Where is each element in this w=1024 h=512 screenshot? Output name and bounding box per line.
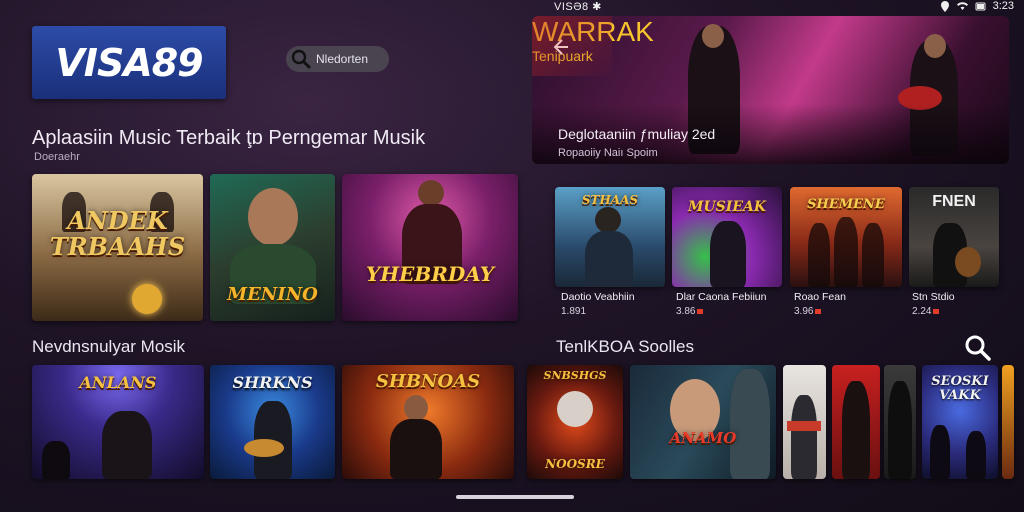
album-art-title: SHRKNS bbox=[232, 373, 313, 392]
tile-meta: 3.96 bbox=[794, 306, 822, 317]
tile-art-title: STHAAS bbox=[581, 193, 639, 207]
album-card[interactable]: SNBSHGS NOOSRE bbox=[527, 365, 623, 479]
album-card[interactable] bbox=[1002, 365, 1014, 479]
album-card[interactable]: YHEBRDAY bbox=[342, 174, 518, 321]
album-art-title: ANDEK TRBAAHS bbox=[49, 206, 186, 261]
app-logo[interactable]: VISA89 bbox=[32, 26, 226, 99]
section-title: Nevdnsnulyar Mosik bbox=[32, 337, 186, 356]
tile-meta: 1.891 bbox=[561, 306, 586, 317]
tile-art-title: FNEN bbox=[932, 193, 976, 210]
search-label: Nledorten bbox=[316, 52, 369, 66]
album-card[interactable]: ANAMO bbox=[630, 365, 776, 479]
status-icons: 3:23 bbox=[940, 0, 1014, 12]
tile-art-title: SHEMENE bbox=[807, 197, 885, 212]
status-bar: VISƏ8 ✱ 3:23 bbox=[548, 0, 1024, 14]
album-card[interactable]: SHRKNS bbox=[210, 365, 335, 479]
search-icon bbox=[291, 49, 311, 69]
featured-tile[interactable]: FNEN bbox=[909, 187, 999, 287]
tile-label: Dlar Caona Febiiun bbox=[676, 291, 767, 303]
search-button[interactable]: Nledorten bbox=[286, 46, 389, 72]
badge-icon bbox=[933, 308, 940, 314]
tile-meta-value: 3.86 bbox=[676, 306, 696, 317]
album-art-title: SEOSKI VAKK bbox=[931, 374, 989, 403]
tile-meta: 2.24 bbox=[912, 306, 940, 317]
tile-label: Roao Fean bbox=[794, 291, 846, 303]
featured-tile[interactable]: SHEMENE bbox=[790, 187, 902, 287]
tile-meta-value: 2.24 bbox=[912, 306, 932, 317]
badge-icon bbox=[815, 308, 822, 314]
logo-text: VISA89 bbox=[55, 40, 203, 85]
tile-meta: 3.86 bbox=[676, 306, 704, 317]
album-card[interactable]: MENINO bbox=[210, 174, 335, 321]
search-icon[interactable] bbox=[964, 334, 992, 362]
album-card[interactable] bbox=[832, 365, 880, 479]
wifi-icon bbox=[956, 2, 968, 10]
album-card[interactable]: ANLANS bbox=[32, 365, 204, 479]
album-card[interactable] bbox=[884, 365, 916, 479]
album-card[interactable]: SEOSKI VAKK bbox=[922, 365, 998, 479]
home-indicator[interactable] bbox=[456, 495, 574, 499]
page-subtitle: Doeraehr bbox=[34, 151, 80, 163]
section-title: TenlKBOA Soolles bbox=[556, 337, 694, 356]
album-art-title: ANAMO bbox=[669, 429, 737, 447]
battery-icon bbox=[975, 2, 986, 11]
status-time: 3:23 bbox=[992, 0, 1014, 12]
tile-meta-value: 1.891 bbox=[561, 306, 587, 317]
status-carrier: VISƏ8 ✱ bbox=[554, 1, 602, 13]
location-icon bbox=[940, 0, 949, 12]
featured-tile[interactable]: MUSIEAK bbox=[672, 187, 782, 287]
tile-meta-value: 3.96 bbox=[794, 306, 814, 317]
tile-label: Stn Stdio bbox=[912, 291, 955, 303]
album-card[interactable] bbox=[783, 365, 826, 479]
album-art-title: YHEBRDAY bbox=[365, 262, 495, 286]
album-art-title: MENINO bbox=[227, 284, 318, 305]
hero-title: Deglotaaniin ƒmuliay 2ed bbox=[558, 126, 716, 142]
tile-label: Daotio Veabhiin bbox=[561, 291, 635, 303]
album-art-subtitle: NOOSRE bbox=[545, 457, 605, 471]
album-card[interactable]: SHBNOAS bbox=[342, 365, 514, 479]
tile-art-title: MUSIEAK bbox=[687, 199, 767, 215]
hero-subtitle: Ropaoiiy Naiı Spoim bbox=[558, 147, 658, 159]
page-title: Aplaasiin Music Terbaik ţɒ Perngemar Mus… bbox=[32, 127, 426, 149]
featured-tile[interactable]: STHAAS bbox=[555, 187, 665, 287]
album-art-title: SHBNOAS bbox=[375, 371, 481, 392]
album-card[interactable]: ANDEK TRBAAHS bbox=[32, 174, 203, 321]
badge-icon bbox=[697, 308, 704, 314]
album-art-title: ANLANS bbox=[79, 373, 157, 392]
album-art-title: SNBSHGS bbox=[543, 369, 607, 382]
